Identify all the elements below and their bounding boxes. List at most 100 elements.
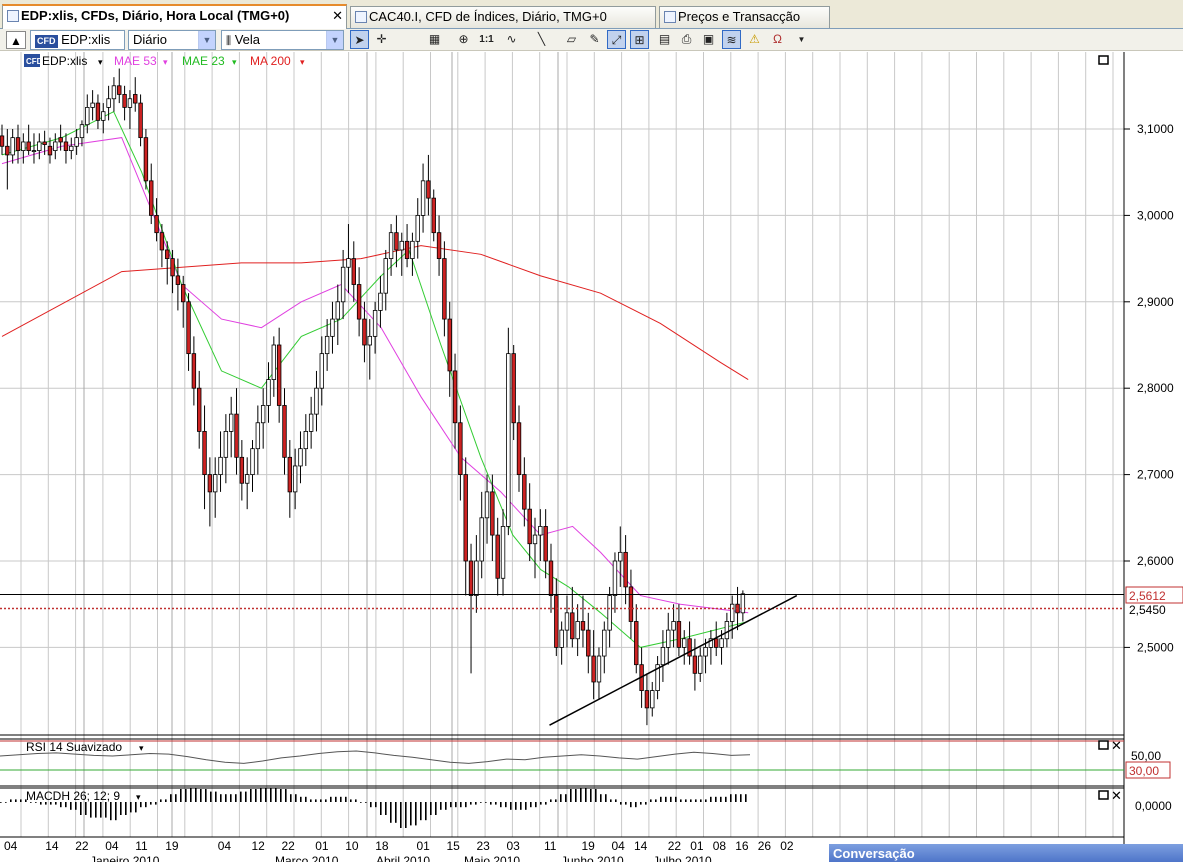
candle [63,133,69,164]
candle-body [634,621,639,666]
candle-body [554,595,559,648]
legend-mae53-menu-icon[interactable]: ▾ [163,57,168,67]
toolbar-overflow-icon[interactable]: ▼ [792,30,811,49]
candle-body [15,137,21,151]
macd-menu-icon[interactable]: ▾ [136,792,141,802]
candle [15,124,21,164]
compare-icon[interactable]: ≋ [722,30,741,49]
macd-bar [80,802,82,815]
macd-bar [470,802,472,805]
template-icon[interactable]: ▤ [655,30,674,49]
candle [442,241,447,337]
candle-body [303,430,309,450]
macd-bar [525,802,527,810]
price-chart[interactable]: 3,1000 3,0000 2,9000 2,8000 2,7000 2,6000 2,50… [0,52,1183,862]
macd-bar [95,802,97,818]
candle [692,638,698,691]
candle-body [458,422,463,476]
candle-body [346,258,351,268]
one-to-one-icon[interactable]: 1:1 [477,30,496,49]
candle-body [623,551,628,588]
magnet-icon[interactable]: Ω [768,30,787,49]
candle-body [319,353,324,389]
candle [314,370,319,432]
legend-ma200-menu-icon[interactable]: ▾ [300,57,305,67]
candle-body [106,98,111,108]
maximize-rsi-icon[interactable] [1098,740,1109,750]
candle-body [308,413,314,432]
line-icon[interactable]: ╲ [532,30,551,49]
close-macd-icon[interactable]: ✕ [1111,788,1122,803]
eraser-icon[interactable]: ▱ [562,30,581,49]
candle-body [650,690,655,709]
date-tick-label: 01 [690,839,704,853]
candle [69,137,74,160]
price-tick-label: 2,6000 [1137,554,1174,568]
candle [330,301,335,354]
candle-body [10,137,15,156]
macd-bar [155,802,157,805]
candle [266,362,271,423]
macd-label[interactable]: MACDH 26; 12; 9 [26,789,120,803]
candle [404,224,410,268]
candle-body [388,232,394,259]
save-icon[interactable]: ▣ [699,30,718,49]
tab-cac40-chart[interactable]: CAC40.I, CFD de Índices, Diário, TMG+0 [350,6,656,28]
tab-edp-chart[interactable]: EDP:xlis, CFDs, Diário, Hora Local (TMG+… [2,4,347,29]
macd-bar [245,791,247,802]
candle-body [244,474,250,484]
layout-icon[interactable]: ⊞ [630,30,649,49]
legend-mae53[interactable]: MAE 53 [114,54,157,68]
print-icon[interactable]: ⎙ [677,30,696,49]
conversation-panel[interactable]: Conversação [829,844,1183,862]
candle-body [79,124,85,139]
candle-body [559,629,564,648]
candle-body [186,301,191,355]
maximize-main-icon[interactable] [1098,55,1109,65]
candle [596,647,602,700]
alert-icon[interactable]: ⚠ [745,30,764,49]
candle [202,405,207,510]
panel-buttons: ✕ ✕ [1098,55,1122,803]
autoscale-icon[interactable]: ⤢ [607,30,626,49]
drawing-icon[interactable]: ✎ [585,30,604,49]
candle-body [415,214,420,242]
symbol-selector[interactable]: CFD EDP:xlis [30,30,125,50]
macd-bar [630,802,632,808]
close-rsi-icon[interactable]: ✕ [1111,738,1122,753]
macd-bar [190,788,192,802]
collapse-up-icon[interactable]: ▲ [6,31,26,49]
crosshair-icon[interactable]: ✛ [372,30,391,49]
date-tick-label: 02 [780,839,794,853]
macd-bar [485,802,487,803]
rsi-menu-icon[interactable]: ▾ [139,743,144,753]
candle-body [484,491,490,519]
candle [207,457,213,527]
close-tab-icon[interactable]: ✕ [332,8,343,24]
legend-symbol[interactable]: EDP:xlis [42,54,87,68]
macd-bar [365,802,367,803]
legend-mae23-menu-icon[interactable]: ▾ [232,57,237,67]
chart-type-select[interactable]: ⫼ Vela ▼ [221,30,344,50]
date-tick-label: 15 [447,839,461,853]
legend-mae23[interactable]: MAE 23 [182,54,225,68]
mae53-path [1,137,749,614]
legend-symbol-menu-icon[interactable]: ▾ [98,57,103,67]
date-tick-label: 10 [345,839,359,853]
tab-prices-trading[interactable]: Preços e Transacção [659,6,830,28]
cursor-icon[interactable]: ➤ [350,30,369,49]
candle [255,405,261,475]
legend-ma200[interactable]: MA 200 [250,54,291,68]
indicators-icon[interactable]: ∿ [502,30,521,49]
grid-icon[interactable]: ▦ [425,30,444,49]
date-tick-label: 01 [417,839,431,853]
zoom-icon[interactable]: ⊕ [454,30,473,49]
rsi-label[interactable]: RSI 14 Suavizado [26,740,122,754]
maximize-macd-icon[interactable] [1098,790,1109,800]
candle-body [490,491,495,536]
candle [698,647,703,682]
period-select[interactable]: Diário ▼ [128,30,216,50]
macd-bar [310,799,312,802]
candle-body [223,430,229,458]
candle [308,396,314,449]
